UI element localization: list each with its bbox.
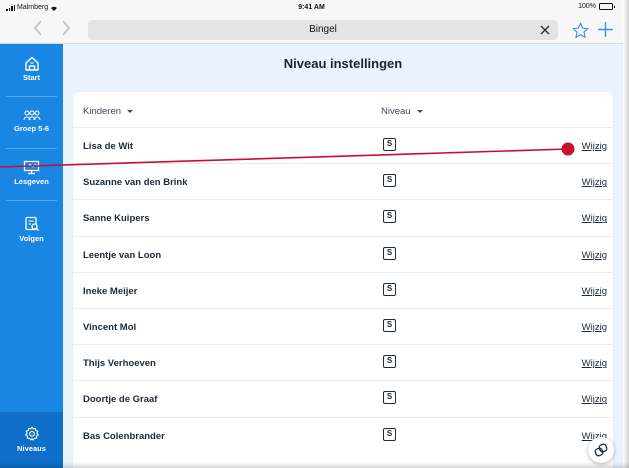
edit-link[interactable]: Wijzig <box>582 322 607 333</box>
main-header: Niveau instellingen <box>63 44 623 84</box>
table-body: Lisa de Wit S Wijzig Suzanne van den Bri… <box>73 127 613 453</box>
back-button[interactable] <box>28 19 48 41</box>
sort-caret-icon <box>416 110 423 113</box>
edit-link[interactable]: Wijzig <box>582 394 607 405</box>
gear-icon <box>24 426 39 441</box>
student-name: Vincent Mol <box>83 321 137 333</box>
chevron-left-icon <box>33 20 42 36</box>
edit-link[interactable]: Wijzig <box>582 177 607 188</box>
table-row: Ineke Meijer S Wijzig <box>73 271 613 308</box>
page-title-url: Bingel <box>309 24 337 35</box>
sidebar-item-groep[interactable]: Groep 5-6 <box>0 110 63 133</box>
star-icon <box>572 22 589 38</box>
table-row: Bas Colenbrander S Wijzig <box>73 416 613 453</box>
table-row: Sanne Kuipers S Wijzig <box>73 199 613 235</box>
column-header-level[interactable]: Niveau <box>381 106 423 117</box>
battery-icon <box>599 3 615 10</box>
main-content: Niveau instellingen Kinderen Niveau Lisa… <box>63 44 623 468</box>
level-badge: S <box>383 282 396 296</box>
battery-indicator: 100% <box>578 3 615 10</box>
level-badge: S <box>383 318 396 332</box>
frame-shadow-bottom <box>0 462 629 468</box>
group-icon <box>22 110 41 121</box>
address-bar[interactable]: Bingel <box>88 20 558 40</box>
edit-link[interactable]: Wijzig <box>582 358 607 369</box>
level-badge: S <box>383 246 396 260</box>
sidebar-divider <box>6 148 57 149</box>
sidebar-item-niveaus[interactable]: Niveaus <box>0 426 63 453</box>
level-badge: S <box>383 427 396 441</box>
table-row: Leentje van Loon S Wijzig <box>73 235 613 272</box>
table-row: Doortje de Graaf S Wijzig <box>73 380 613 416</box>
student-name: Sanne Kuipers <box>83 213 150 225</box>
sidebar-item-label: Start <box>22 73 41 82</box>
page-title: Niveau instellingen <box>283 56 403 71</box>
sidebar: Start Groep 5-6 Lesgeven Volgen Niveaus <box>0 44 63 468</box>
edit-link[interactable]: Wijzig <box>582 141 607 152</box>
edit-link[interactable]: Wijzig <box>582 286 607 297</box>
student-name: Doortje de Graaf <box>83 394 158 406</box>
browser-toolbar: Bingel <box>0 16 623 44</box>
student-name: Suzanne van den Brink <box>83 177 188 189</box>
sidebar-item-label: Lesgeven <box>14 177 49 186</box>
forward-button[interactable] <box>56 19 76 41</box>
sidebar-item-label: Volgen <box>19 234 44 243</box>
new-tab-button[interactable] <box>597 17 614 43</box>
table-row: Suzanne van den Brink S Wijzig <box>73 163 613 199</box>
table-row: Vincent Mol S Wijzig <box>73 307 613 344</box>
student-name: Leentje van Loon <box>83 249 162 261</box>
level-badge: S <box>383 210 396 224</box>
level-badge: S <box>383 391 396 405</box>
level-badge: S <box>383 138 396 151</box>
sort-caret-icon <box>127 110 134 113</box>
plus-icon <box>598 22 613 37</box>
column-header-label: Kinderen <box>83 106 122 117</box>
sidebar-item-label: Groep 5-6 <box>13 124 49 133</box>
bookmark-button[interactable] <box>572 19 589 45</box>
track-icon <box>24 216 39 231</box>
level-badge: S <box>383 174 396 188</box>
status-time: 9:41 AM <box>298 4 325 11</box>
sidebar-item-label: Niveaus <box>17 444 46 453</box>
level-badge: S <box>383 355 396 369</box>
home-icon <box>24 56 39 71</box>
floating-link-button[interactable] <box>588 437 614 463</box>
sidebar-item-volgen[interactable]: Volgen <box>0 216 63 243</box>
sidebar-divider <box>6 96 57 97</box>
table-row: Lisa de Wit S Wijzig <box>73 127 613 163</box>
sidebar-item-start[interactable]: Start <box>0 56 63 82</box>
student-name: Lisa de Wit <box>83 141 134 152</box>
sidebar-divider <box>6 200 57 201</box>
column-header-kids[interactable]: Kinderen <box>83 106 134 117</box>
student-name: Thijs Verhoeven <box>83 358 156 370</box>
clear-button[interactable] <box>540 22 550 38</box>
students-table: Kinderen Niveau Lisa de Wit S Wijzig Suz… <box>73 92 613 468</box>
frame-shadow-right <box>623 0 629 468</box>
battery-percent: 100% <box>578 3 596 10</box>
app-frame: Malmberg 9:41 AM 100% Bingel Start Groep… <box>0 0 629 468</box>
sidebar-item-lesgeven[interactable]: Lesgeven <box>0 160 63 186</box>
chevron-right-icon <box>62 20 71 36</box>
column-header-label: Niveau <box>381 106 411 117</box>
table-row: Thijs Verhoeven S Wijzig <box>73 344 613 380</box>
student-name: Ineke Meijer <box>83 285 138 297</box>
status-bar: Malmberg 9:41 AM 100% <box>0 0 623 16</box>
edit-link[interactable]: Wijzig <box>582 250 607 261</box>
student-name: Bas Colenbrander <box>83 430 165 442</box>
link-icon <box>594 443 608 457</box>
presentation-icon <box>23 160 40 175</box>
close-icon <box>540 25 550 35</box>
edit-link[interactable]: Wijzig <box>582 213 607 224</box>
